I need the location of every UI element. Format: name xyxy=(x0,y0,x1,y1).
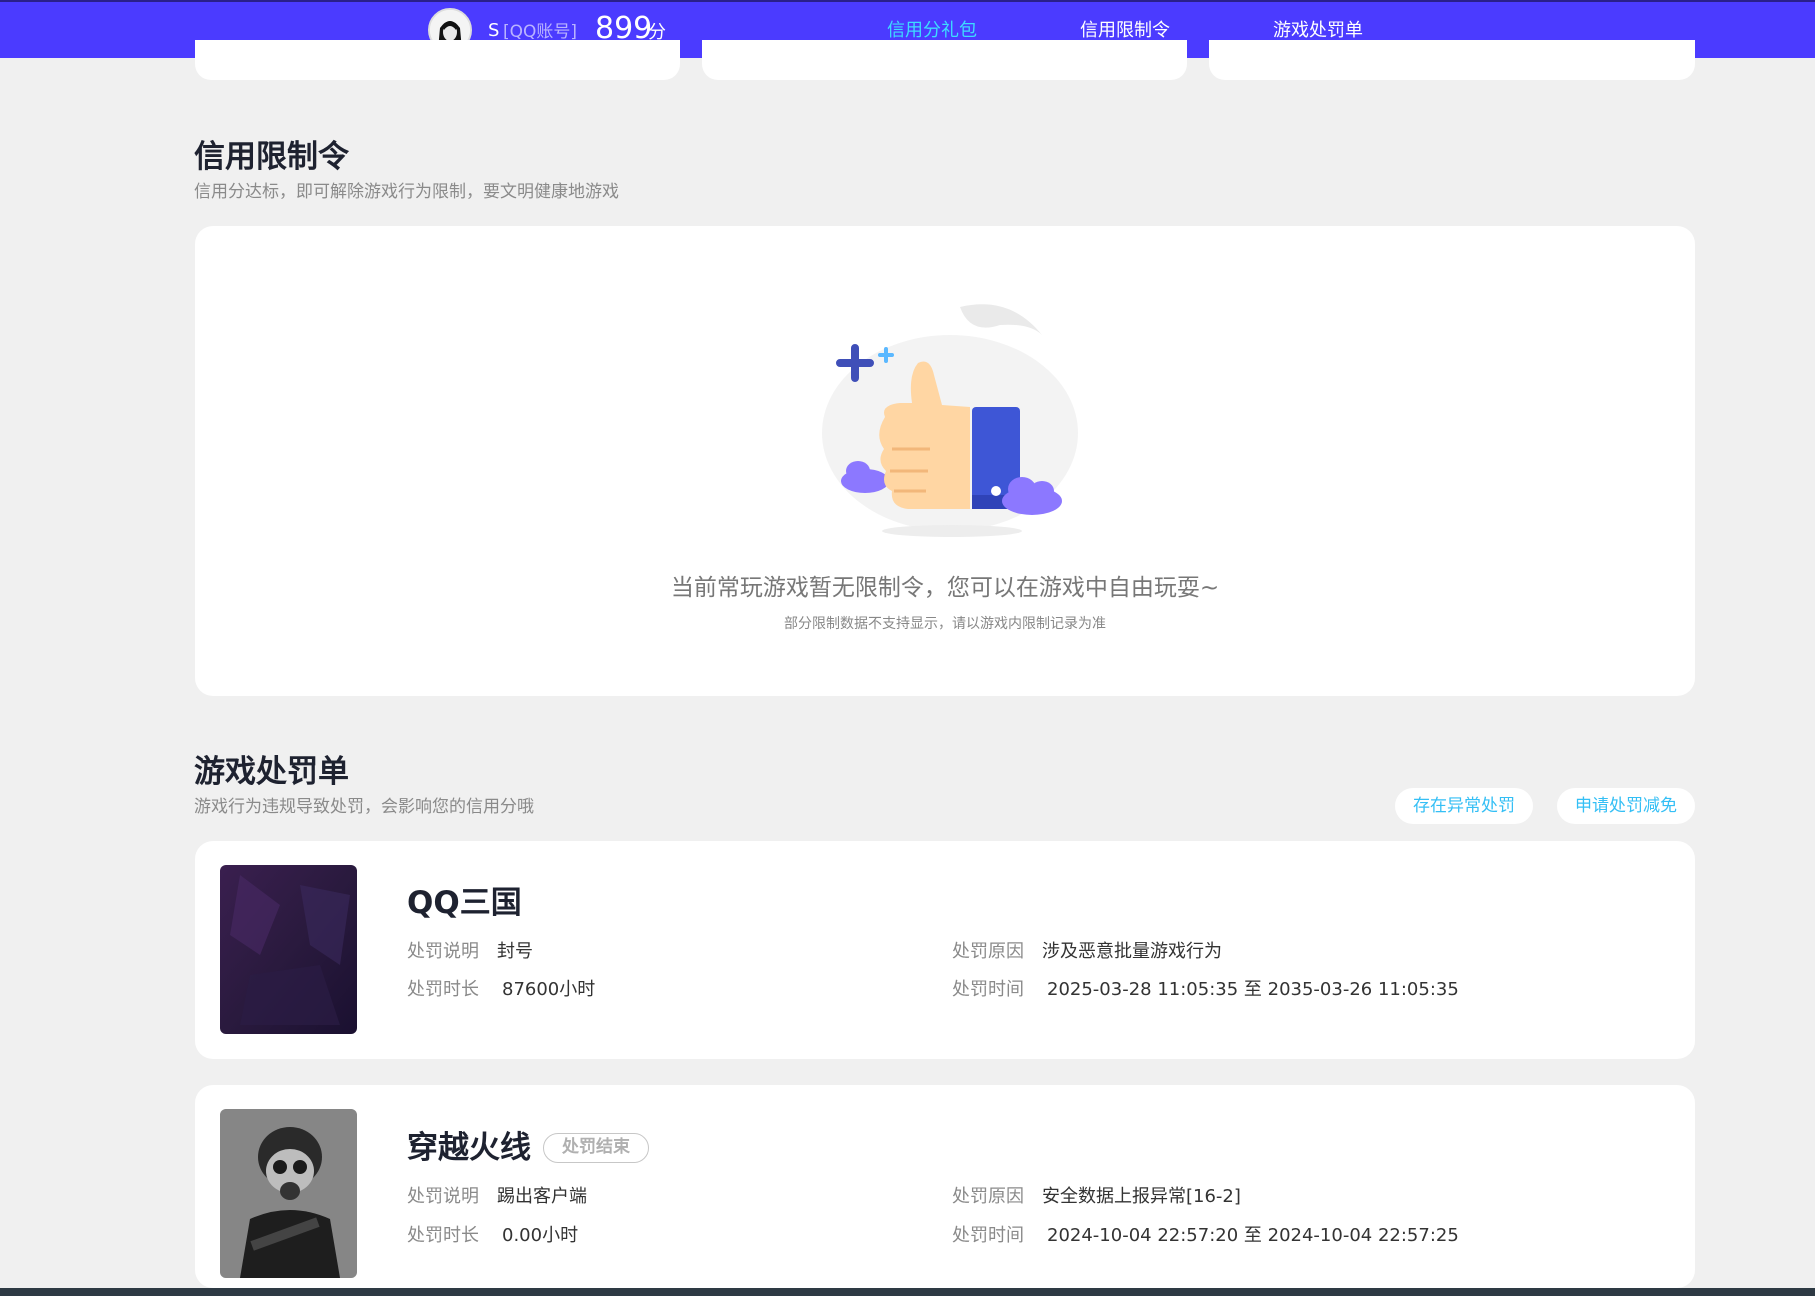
penalty-reason-value: 安全数据上报异常[16-2] xyxy=(1042,1186,1241,1207)
penalty-description-label: 处罚说明 xyxy=(407,1186,479,1207)
gift-card-3[interactable] xyxy=(1209,40,1695,80)
penalty-time-label: 处罚时间 xyxy=(952,979,1024,1000)
game-cover-image xyxy=(220,1109,357,1278)
game-title: QQ三国 xyxy=(407,885,522,921)
apply-penalty-reduction-button[interactable]: 申请处罚减免 xyxy=(1557,788,1695,824)
empty-state-message: 当前常玩游戏暂无限制令，您可以在游戏中自由玩耍~ xyxy=(670,575,1220,601)
restriction-section-title: 信用限制令 xyxy=(194,139,349,175)
penalty-reason-label: 处罚原因 xyxy=(952,941,1024,962)
penalty-record-card: QQ三国 处罚说明 封号 处罚时长 87600小时 处罚原因 涉及恶意批量游戏行… xyxy=(195,841,1695,1059)
penalty-description-label: 处罚说明 xyxy=(407,941,479,962)
penalty-duration-label: 处罚时长 xyxy=(407,979,479,1000)
gift-card-2[interactable] xyxy=(702,40,1187,80)
penalty-duration-value: 87600小时 xyxy=(502,979,596,1000)
penalty-duration-label: 处罚时长 xyxy=(407,1225,479,1246)
thumbs-up-illustration-icon xyxy=(822,304,1078,537)
report-abnormal-penalty-button[interactable]: 存在异常处罚 xyxy=(1395,788,1533,824)
penalty-record-card: 穿越火线 处罚结束 处罚说明 踢出客户端 处罚时长 0.00小时 处罚原因 安全… xyxy=(195,1085,1695,1288)
penalty-description-value: 踢出客户端 xyxy=(497,1186,587,1207)
penalty-duration-value: 0.00小时 xyxy=(502,1225,579,1246)
game-title: 穿越火线 xyxy=(407,1130,531,1166)
penalty-time-value: 2024-10-04 22:57:20 至 2024-10-04 22:57:2… xyxy=(1047,1225,1459,1246)
penalty-section-title: 游戏处罚单 xyxy=(194,754,349,790)
penalty-description-value: 封号 xyxy=(497,941,533,962)
penalty-time-value: 2025-03-28 11:05:35 至 2035-03-26 11:05:3… xyxy=(1047,979,1459,1000)
empty-state-note: 部分限制数据不支持显示，请以游戏内限制记录为准 xyxy=(784,616,1106,632)
status-badge: 处罚结束 xyxy=(543,1133,649,1163)
gift-card-1[interactable] xyxy=(195,40,680,80)
penalty-reason-value: 涉及恶意批量游戏行为 xyxy=(1042,941,1222,962)
penalty-reason-label: 处罚原因 xyxy=(952,1186,1024,1207)
penalty-time-label: 处罚时间 xyxy=(952,1225,1024,1246)
penalty-section-subtitle: 游戏行为违规导致处罚，会影响您的信用分哦 xyxy=(194,797,534,817)
restriction-section-subtitle: 信用分达标，即可解除游戏行为限制，要文明健康地游戏 xyxy=(194,182,619,202)
game-cover-image xyxy=(220,865,357,1034)
taskbar-strip xyxy=(0,1288,1815,1296)
